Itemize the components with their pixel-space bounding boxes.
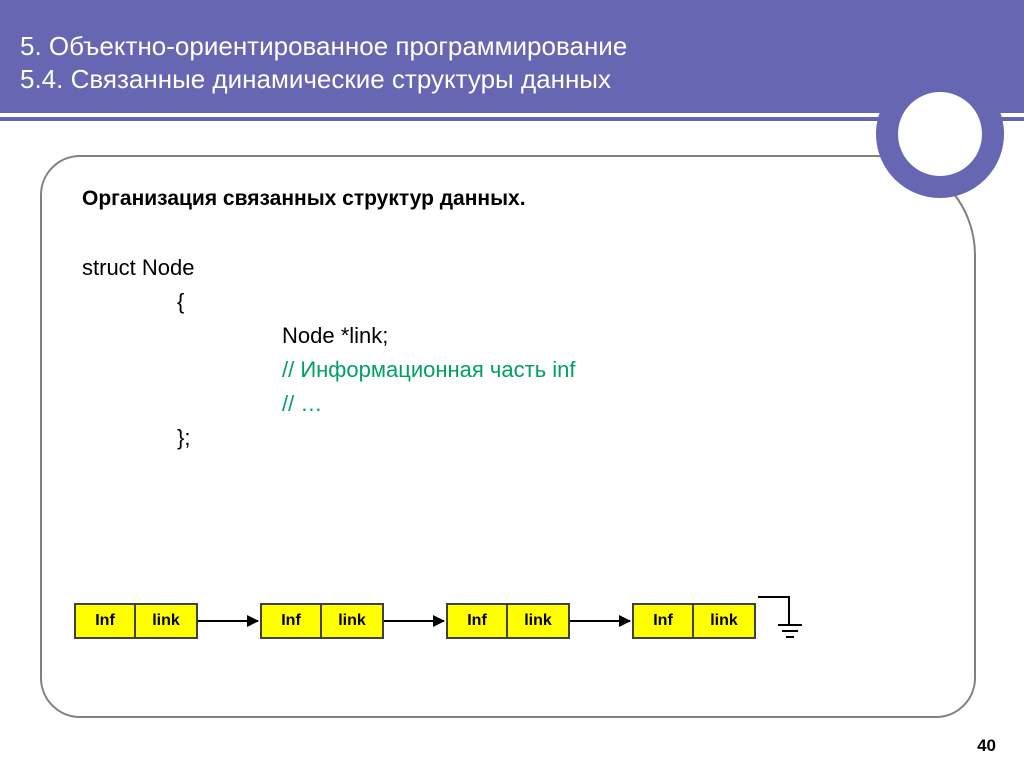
accent-line bbox=[0, 117, 1024, 121]
node-inf-cell: Inf bbox=[634, 605, 694, 637]
slide-title: 5. Объектно-ориентированное программиров… bbox=[20, 30, 1024, 95]
list-node: Inf link bbox=[74, 603, 198, 639]
node-inf-cell: Inf bbox=[262, 605, 322, 637]
code-line: { bbox=[82, 285, 934, 319]
code-comment: // … bbox=[82, 387, 934, 421]
arrow-icon bbox=[198, 620, 258, 622]
title-line-2: 5.4. Связанные динамические структуры да… bbox=[20, 64, 611, 94]
node-link-cell: link bbox=[508, 605, 568, 637]
code-line: }; bbox=[82, 421, 934, 455]
slide-header: 5. Объектно-ориентированное программиров… bbox=[0, 0, 1024, 113]
linked-list-diagram: Inf link Inf link Inf link Inf link bbox=[74, 596, 798, 646]
code-line: Node *link; bbox=[82, 319, 934, 353]
ring-decoration bbox=[876, 70, 1004, 198]
ground-icon bbox=[758, 596, 798, 646]
code-comment: // Информационная часть inf bbox=[82, 353, 934, 387]
list-node: Inf link bbox=[260, 603, 384, 639]
title-line-1: 5. Объектно-ориентированное программиров… bbox=[20, 31, 627, 61]
node-link-cell: link bbox=[136, 605, 196, 637]
arrow-icon bbox=[570, 620, 630, 622]
page-number: 40 bbox=[977, 736, 996, 756]
list-node: Inf link bbox=[632, 603, 756, 639]
code-line: struct Node bbox=[82, 251, 934, 285]
list-node: Inf link bbox=[446, 603, 570, 639]
arrow-icon bbox=[384, 620, 444, 622]
content-subtitle: Организация связанных структур данных. bbox=[82, 187, 934, 211]
node-inf-cell: Inf bbox=[448, 605, 508, 637]
code-block: struct Node { Node *link; // Информацион… bbox=[82, 251, 934, 456]
node-link-cell: link bbox=[694, 605, 754, 637]
node-link-cell: link bbox=[322, 605, 382, 637]
content-frame: Организация связанных структур данных. s… bbox=[40, 155, 976, 718]
node-inf-cell: Inf bbox=[76, 605, 136, 637]
